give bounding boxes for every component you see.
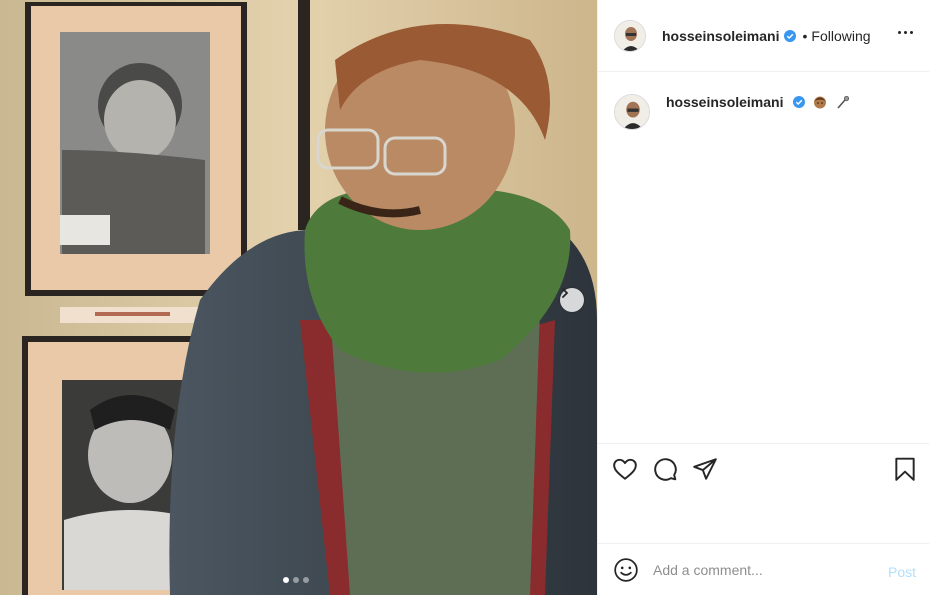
bookmark-icon	[895, 457, 915, 481]
share-button[interactable]	[692, 456, 718, 482]
avatar-image	[615, 95, 649, 129]
like-button[interactable]	[612, 456, 638, 482]
microphone-emoji-icon	[837, 95, 849, 109]
caption: hosseinsoleimani	[614, 94, 850, 130]
more-dot	[904, 31, 907, 34]
chevron-right-icon	[562, 288, 569, 298]
carousel-dot	[293, 577, 299, 583]
save-button[interactable]	[892, 456, 918, 482]
comment-icon	[654, 458, 677, 481]
comment-button[interactable]	[652, 456, 678, 482]
post-comment-button[interactable]: Post	[888, 564, 916, 580]
header-username[interactable]: hosseinsoleimani	[662, 28, 779, 44]
avatar-image	[615, 20, 645, 51]
heart-icon	[613, 458, 637, 480]
emoji-picker-icon[interactable]	[613, 557, 639, 583]
caption-avatar[interactable]	[614, 94, 650, 130]
caption-username[interactable]: hosseinsoleimani	[666, 94, 783, 110]
post-side-panel: hosseinsoleimani • Following hosseinsole…	[597, 0, 929, 595]
add-comment-bar: Post	[598, 543, 929, 595]
next-image-button[interactable]	[560, 288, 584, 312]
avatar[interactable]	[614, 19, 646, 52]
comment-input[interactable]	[653, 561, 873, 578]
more-dot	[910, 31, 913, 34]
verified-badge-icon	[792, 96, 805, 108]
verified-badge-icon	[784, 29, 797, 42]
boy-emoji-icon	[814, 96, 827, 109]
carousel-dot	[283, 577, 289, 583]
more-options-button[interactable]	[896, 27, 915, 38]
carousel-dot	[303, 577, 309, 583]
carousel-dots	[283, 577, 309, 583]
paper-plane-icon	[693, 458, 717, 480]
more-dot	[898, 31, 901, 34]
post-media[interactable]	[0, 0, 597, 595]
post-photo	[0, 0, 597, 595]
post-actions	[598, 443, 929, 543]
follow-status-button[interactable]: Following	[811, 28, 870, 44]
post-header: hosseinsoleimani • Following	[598, 0, 929, 72]
header-separator: •	[802, 27, 808, 44]
